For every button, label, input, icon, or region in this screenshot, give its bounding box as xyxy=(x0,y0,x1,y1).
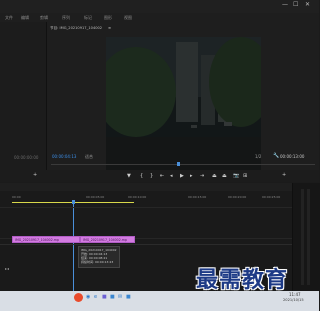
clip-label: IMG_20210917_104002.mp xyxy=(15,238,59,242)
mark-in-icon[interactable]: { xyxy=(140,173,143,179)
add-icon[interactable]: + xyxy=(33,172,37,178)
program-tab[interactable]: 节目: IMG_20210917_104002 ≡ xyxy=(47,25,319,33)
close-button[interactable]: ✕ xyxy=(305,1,310,8)
video-tracks xyxy=(0,207,292,239)
video-clip[interactable]: IMG_20210917_104002.mp xyxy=(80,236,135,243)
minimize-button[interactable]: — xyxy=(282,1,288,8)
play-icon[interactable]: ▶ xyxy=(180,173,184,179)
marker-icon[interactable]: ▼ xyxy=(127,173,131,179)
menu-clip[interactable]: 剪辑 xyxy=(40,15,48,21)
menu-view[interactable]: 视图 xyxy=(124,15,132,21)
fit-dropdown[interactable]: 适合 xyxy=(85,154,93,160)
ruler-label: 00:00:20:00 xyxy=(228,195,247,199)
track-divider xyxy=(0,244,292,245)
mark-out-icon[interactable]: } xyxy=(150,173,153,179)
clock-time[interactable]: 11:47 xyxy=(289,292,301,297)
app-icon[interactable] xyxy=(74,293,83,302)
store-icon[interactable]: ■ xyxy=(126,294,131,300)
step-forward-icon[interactable]: ▸ xyxy=(190,173,193,179)
camera-icon[interactable]: 📷 xyxy=(233,173,239,179)
extract-icon[interactable]: ⏏ xyxy=(222,173,227,179)
audio-meters xyxy=(292,183,320,291)
menu-bar: 文件 编辑 剪辑 序列 标记 图形 视图 xyxy=(0,13,319,22)
meter-left xyxy=(301,189,304,285)
scrub-bar[interactable] xyxy=(51,164,315,165)
mail-icon[interactable]: ✉ xyxy=(118,294,122,300)
video-clip[interactable]: IMG_20210917_104002.mp xyxy=(12,236,80,243)
menu-edit[interactable]: 编辑 xyxy=(21,15,29,21)
quality-dropdown[interactable]: 1/2 xyxy=(255,154,261,159)
button-editor-icon[interactable]: ⊞ xyxy=(243,173,247,179)
browser-icon[interactable]: ◉ xyxy=(86,294,90,300)
maximize-button[interactable]: ☐ xyxy=(293,1,298,8)
clip-label: IMG_20210917_104002.mp xyxy=(83,238,127,242)
ruler-label: 00:00:25:00 xyxy=(262,195,281,199)
wrench-icon[interactable]: 🔧 xyxy=(273,153,279,159)
lift-icon[interactable]: ⏏ xyxy=(212,173,217,179)
program-monitor: 节目: IMG_20210917_104002 ≡ 00:00:04:13 适合… xyxy=(47,22,319,175)
video-frame xyxy=(106,37,261,175)
tooltip-duration: 持续时间: 00:00:13:23 xyxy=(81,260,114,264)
ruler-label: 00:00:15:00 xyxy=(188,195,207,199)
menu-sequence[interactable]: 序列 xyxy=(62,15,70,21)
add-button-icon[interactable]: + xyxy=(282,172,286,178)
menu-file[interactable]: 文件 xyxy=(5,15,13,21)
go-to-in-icon[interactable]: ⇤ xyxy=(160,173,164,179)
menu-marker[interactable]: 标记 xyxy=(84,15,92,21)
edge-icon[interactable]: e xyxy=(94,294,97,300)
ruler-label: 00:00:10:00 xyxy=(128,195,147,199)
ruler-label: 00:00:05:00 xyxy=(86,195,105,199)
watermark-text: 最需教育 xyxy=(196,267,289,293)
meter-right xyxy=(307,189,310,285)
collapse-icon[interactable]: ▸◂ xyxy=(5,266,9,271)
timeline-header xyxy=(0,183,292,191)
clip-tooltip: IMG_20210917_104002 开始: 00:00:04:13 结束: … xyxy=(78,246,120,268)
current-timecode[interactable]: 00:00:04:13 xyxy=(52,154,76,159)
transport-controls: + ▼ { } ⇤ ◂ ▶ ▸ ⇥ ⏏ ⏏ 📷 ⊞ + xyxy=(0,170,319,182)
step-back-icon[interactable]: ◂ xyxy=(170,173,173,179)
source-panel: 00:00:00:00 xyxy=(0,22,47,170)
playhead-marker[interactable] xyxy=(177,162,180,166)
menu-graphics[interactable]: 图形 xyxy=(104,15,112,21)
explorer-icon[interactable]: ■ xyxy=(110,294,115,300)
go-to-out-icon[interactable]: ⇥ xyxy=(200,173,204,179)
program-tab-label: 节目: IMG_20210917_104002 xyxy=(50,26,103,30)
source-timecode: 00:00:00:00 xyxy=(14,155,39,160)
premiere-icon[interactable]: ■ xyxy=(102,294,107,300)
clock-date[interactable]: 2021/10/15 xyxy=(283,298,304,302)
street-scene-image xyxy=(106,37,261,175)
duration-timecode: 00:00:13:00 xyxy=(280,154,305,159)
panel-menu-icon[interactable]: ≡ xyxy=(108,26,111,30)
ruler-label: 00:00 xyxy=(12,195,21,199)
windows-taskbar: ◉ e ■ ■ ✉ ■ 11:47 2021/10/15 xyxy=(0,291,319,311)
